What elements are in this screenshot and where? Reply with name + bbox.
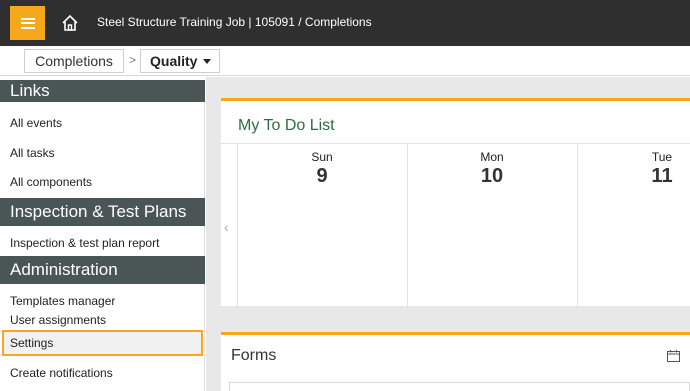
home-icon[interactable] bbox=[60, 13, 80, 33]
calendar-day[interactable]: Mon 10 bbox=[407, 150, 577, 188]
day-number: 10 bbox=[480, 165, 504, 187]
breadcrumb-completions[interactable]: Completions bbox=[24, 49, 124, 73]
sidebar-header-administration: Administration bbox=[0, 256, 205, 284]
sidebar: Links All events All tasks All component… bbox=[0, 80, 205, 391]
day-number: 9 bbox=[316, 165, 328, 187]
quality-dropdown-label: Quality bbox=[150, 53, 198, 69]
sidebar-item-all-events[interactable]: All events bbox=[10, 116, 62, 130]
calendar-day[interactable]: Tue 11 bbox=[577, 150, 690, 188]
sidebar-item-create-notifications[interactable]: Create notifications bbox=[10, 366, 113, 380]
main-content: My To Do List ‹ Sun 9 Mon 10 Tue 11 Form… bbox=[206, 77, 690, 391]
day-name: Tue bbox=[651, 150, 673, 164]
todo-title: My To Do List bbox=[238, 117, 335, 134]
day-name: Sun bbox=[311, 150, 333, 164]
calendar-strip: ‹ Sun 9 Mon 10 Tue 11 bbox=[221, 143, 690, 309]
chevron-right-icon: > bbox=[129, 53, 137, 67]
sidebar-header-links: Links bbox=[0, 80, 205, 102]
forms-content-box bbox=[229, 382, 690, 391]
todo-card: My To Do List ‹ Sun 9 Mon 10 Tue 11 bbox=[221, 98, 690, 309]
sidebar-item-all-components[interactable]: All components bbox=[10, 175, 92, 189]
calendar-day[interactable]: Sun 9 bbox=[237, 150, 407, 188]
sidebar-item-settings[interactable]: Settings bbox=[10, 336, 53, 350]
forms-title: Forms bbox=[231, 347, 277, 364]
breadcrumb: Completions > Quality bbox=[0, 46, 690, 76]
hamburger-icon bbox=[20, 17, 35, 29]
day-name: Mon bbox=[480, 150, 504, 164]
page-title: Steel Structure Training Job | 105091 / … bbox=[97, 15, 372, 29]
sidebar-header-itp: Inspection & Test Plans bbox=[0, 198, 205, 226]
calendar-icon[interactable] bbox=[667, 350, 680, 362]
sidebar-item-itp-report[interactable]: Inspection & test plan report bbox=[10, 236, 159, 250]
top-bar: Steel Structure Training Job | 105091 / … bbox=[0, 0, 690, 46]
day-number: 11 bbox=[651, 165, 673, 187]
menu-button[interactable] bbox=[10, 6, 45, 40]
sidebar-item-templates-manager[interactable]: Templates manager bbox=[10, 294, 115, 308]
quality-dropdown[interactable]: Quality bbox=[140, 49, 220, 73]
forms-card: Forms bbox=[221, 332, 690, 391]
sidebar-item-all-tasks[interactable]: All tasks bbox=[10, 146, 55, 160]
caret-down-icon bbox=[203, 58, 212, 64]
chevron-left-icon[interactable]: ‹ bbox=[224, 219, 229, 235]
sidebar-item-user-assignments[interactable]: User assignments bbox=[10, 313, 106, 327]
